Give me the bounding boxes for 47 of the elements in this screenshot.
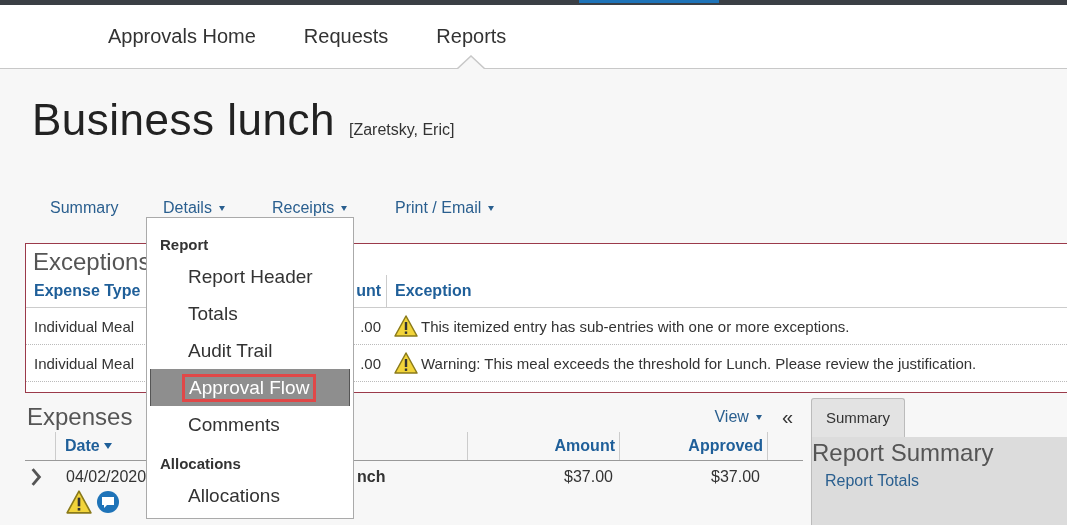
report-title: Business lunch: [32, 95, 335, 145]
exception-message: This itemized entry has sub-entries with one or more exceptions.: [421, 317, 850, 335]
column-header[interactable]: Approved: [619, 432, 768, 460]
caret-icon: [755, 414, 762, 420]
caret-icon: [341, 205, 348, 211]
warning-icon: [394, 315, 418, 337]
table-cell: .00: [360, 317, 381, 335]
report-totals-link[interactable]: Report Totals: [812, 467, 1067, 490]
nav-tab[interactable]: Requests: [303, 5, 389, 69]
menu-item[interactable]: Allocations: [184, 484, 284, 507]
column-header[interactable]: unt: [356, 282, 381, 299]
column-header[interactable]: Amount: [467, 432, 619, 460]
report-menu-link[interactable]: Details: [163, 183, 272, 233]
column-header[interactable]: Exception: [387, 282, 472, 300]
section-title: Expenses: [26, 403, 133, 431]
table-cell: nch: [357, 468, 386, 486]
table-cell-text: Individual Meal: [33, 354, 136, 372]
menu-heading: Report: [159, 236, 210, 255]
table-cell: .00: [360, 354, 381, 372]
exception-message: Warning: This meal exceeds the threshold for Lunch. Please review the justification.: [421, 354, 977, 372]
menu-item[interactable]: Totals: [184, 302, 242, 325]
nav-tab[interactable]: Reports: [436, 5, 507, 69]
comment-icon[interactable]: [96, 490, 120, 514]
caret-icon: [488, 205, 495, 211]
section-title: Exceptions: [32, 247, 151, 275]
panel-title: Report Summary: [812, 438, 995, 467]
table-cell-text: Individual Meal: [33, 317, 136, 335]
report-menu-link[interactable]: Summary: [50, 183, 163, 233]
menu-item[interactable]: Audit Trail: [184, 339, 277, 362]
menu-heading: Allocations: [159, 455, 242, 474]
view-menu[interactable]: View: [714, 408, 762, 426]
report-menu-link[interactable]: Print / Email: [395, 183, 495, 233]
table-cell-text: $37.00: [710, 468, 761, 487]
caret-icon: [218, 205, 225, 211]
sort-icon: [103, 443, 112, 449]
column-header[interactable]: Expense Type: [26, 282, 146, 300]
nav-tab[interactable]: Approvals Home: [108, 5, 256, 69]
summary-tab[interactable]: Summary: [811, 398, 905, 437]
menu-item[interactable]: Report Header: [184, 265, 317, 288]
menu-item[interactable]: Comments: [184, 413, 284, 436]
table-cell: 04/02/2020: [66, 468, 147, 486]
report-owner: [Zaretsky, Eric]: [348, 121, 455, 139]
chevron-right-icon[interactable]: [30, 468, 42, 486]
report-menu-link[interactable]: Receipts: [272, 183, 395, 233]
collapse-button[interactable]: «: [781, 405, 793, 429]
warning-icon: [394, 352, 418, 374]
table-cell-text: $37.00: [563, 468, 614, 487]
